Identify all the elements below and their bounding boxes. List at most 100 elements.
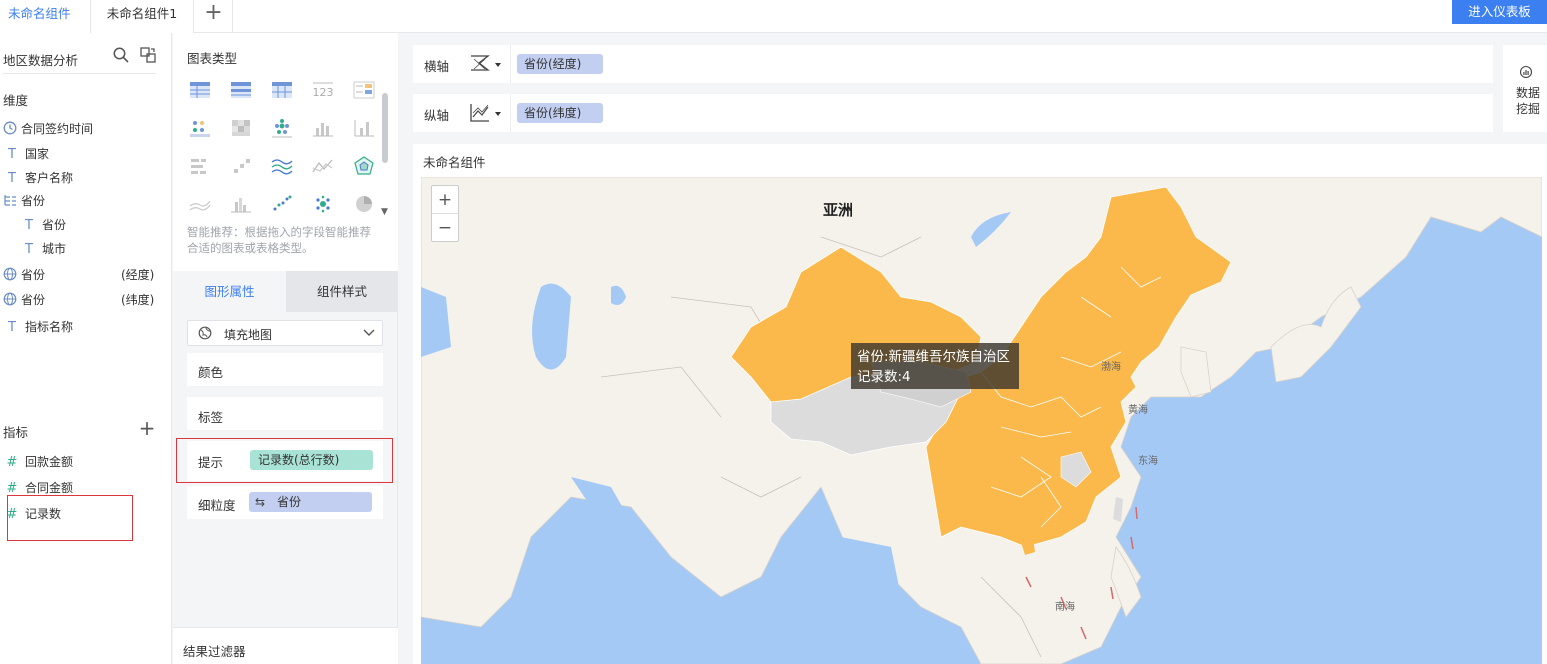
field-province[interactable]: T 省份 bbox=[20, 215, 66, 235]
field-province-tree[interactable]: 省份 bbox=[3, 191, 45, 211]
top-bar: 未命名组件 未命名组件1 + 进入仪表板 bbox=[0, 0, 1547, 33]
text-type-icon: T bbox=[8, 147, 16, 162]
x-axis-config-icon[interactable] bbox=[469, 53, 491, 75]
x-axis-bar: 横轴 省份(经度) bbox=[413, 45, 1493, 83]
horizontal-bar-icon[interactable] bbox=[187, 154, 213, 178]
field-province-latitude[interactable]: 省份 (纬度) bbox=[3, 290, 163, 310]
field-label: 指标名称 bbox=[25, 320, 74, 334]
map-svg bbox=[421, 177, 1542, 664]
data-mining-line1: 数据 bbox=[1515, 86, 1540, 100]
tooltip-line-count: 记录数:4 bbox=[857, 369, 911, 385]
color-matrix-icon[interactable] bbox=[269, 116, 295, 140]
data-mining-button[interactable]: 数据 挖掘 bbox=[1503, 45, 1547, 132]
multi-line-icon[interactable] bbox=[269, 154, 295, 178]
granularity-field-pill[interactable]: ⇆ 省份 bbox=[249, 492, 372, 512]
y-axis-field-pill[interactable]: 省份(纬度) bbox=[517, 103, 603, 123]
field-label: 合同金额 bbox=[25, 481, 74, 495]
group-table-icon[interactable] bbox=[228, 78, 254, 102]
switch-dataset-icon[interactable] bbox=[139, 46, 157, 64]
data-mining-line2: 挖掘 bbox=[1515, 102, 1540, 116]
chart-type-area: 图表类型 123 ▼ 智能推荐：根据拖入的字段智能推荐合适的图表或表格类型。 bbox=[173, 33, 398, 271]
heatmap-icon[interactable] bbox=[228, 116, 254, 140]
search-icon[interactable] bbox=[112, 46, 130, 64]
tree-icon bbox=[4, 195, 16, 206]
field-panel: 地区数据分析 维度 合同签约时间 T 国家 T 客户名称 省份 T 省份 T 城市 省份… bbox=[0, 33, 172, 664]
continent-label: 亚洲 bbox=[823, 201, 854, 219]
tab-graphic-properties[interactable]: 图形属性 bbox=[173, 271, 286, 312]
fill-map[interactable]: + − 亚洲 渤海 黄海 东海 南海 省份:新疆维吾尔族自治区 记录数:4 bbox=[421, 177, 1542, 664]
text-type-icon: T bbox=[25, 242, 33, 257]
zoom-out-button[interactable]: − bbox=[432, 214, 458, 242]
data-mining-label: 数据 挖掘 bbox=[1513, 85, 1543, 117]
globe-icon bbox=[3, 267, 17, 281]
chart-type-scrollbar[interactable] bbox=[382, 93, 388, 163]
field-label: 合同签约时间 bbox=[21, 122, 94, 136]
property-tabs: 图形属性 组件样式 bbox=[173, 271, 398, 312]
field-suffix: (经度) bbox=[121, 268, 155, 282]
kpi-number-icon[interactable]: 123 bbox=[310, 78, 336, 102]
chevron-down-icon bbox=[363, 329, 375, 336]
tab-active-component[interactable]: 未命名组件 bbox=[0, 0, 90, 33]
field-label: 省份 bbox=[42, 218, 67, 232]
field-payment-amount[interactable]: # 回款金额 bbox=[3, 452, 73, 472]
detail-kpi-icon[interactable] bbox=[351, 78, 377, 102]
bar-chart-icon[interactable] bbox=[310, 116, 336, 140]
x-axis-field-pill[interactable]: 省份(经度) bbox=[517, 54, 603, 74]
clock-icon bbox=[3, 121, 17, 135]
y-axis-dropdown-caret[interactable] bbox=[495, 112, 501, 116]
field-contract-time[interactable]: 合同签约时间 bbox=[3, 119, 93, 139]
area-chart-icon[interactable] bbox=[187, 192, 213, 216]
tab-component-1[interactable]: 未命名组件1 bbox=[90, 0, 194, 33]
color-property[interactable]: 颜色 bbox=[187, 353, 383, 386]
map-type-select[interactable]: 填充地图 bbox=[187, 320, 383, 346]
field-label: 城市 bbox=[42, 242, 67, 256]
scatter-chart-icon[interactable] bbox=[269, 192, 295, 216]
field-province-longitude[interactable]: 省份 (经度) bbox=[3, 265, 163, 285]
scroll-down-icon[interactable]: ▼ bbox=[381, 207, 388, 217]
field-customer-name[interactable]: T 客户名称 bbox=[3, 168, 73, 188]
component-area: 未命名组件 + − 亚洲 渤海 黄海 东海 南海 省份:新疆维吾尔族自治区 记录… bbox=[413, 144, 1547, 664]
east-sea-label: 东海 bbox=[1138, 456, 1158, 467]
map-tooltip: 省份:新疆维吾尔族自治区 记录数:4 bbox=[851, 343, 1019, 389]
tab-component-style[interactable]: 组件样式 bbox=[286, 271, 398, 312]
add-measure-icon[interactable]: + bbox=[138, 418, 156, 438]
label-property[interactable]: 标签 bbox=[187, 397, 383, 430]
x-axis-label: 横轴 bbox=[424, 59, 450, 74]
x-axis-dropdown-caret[interactable] bbox=[495, 63, 501, 67]
line-chart-icon[interactable] bbox=[310, 154, 336, 178]
field-label: 回款金额 bbox=[25, 455, 74, 469]
highlight-box-record-count bbox=[7, 495, 133, 541]
zoom-in-button[interactable]: + bbox=[432, 186, 458, 214]
field-label: 省份 bbox=[21, 194, 46, 208]
granularity-property[interactable]: 细粒度 ⇆ 省份 bbox=[187, 486, 383, 519]
add-tab-button[interactable]: + bbox=[195, 0, 233, 33]
y-axis-label: 纵轴 bbox=[424, 108, 450, 123]
y-axis-config-icon[interactable] bbox=[469, 102, 491, 124]
field-label: 省份 bbox=[21, 293, 46, 307]
radar-chart-icon[interactable] bbox=[351, 154, 377, 178]
field-country[interactable]: T 国家 bbox=[3, 144, 49, 164]
stacked-bar-icon[interactable] bbox=[351, 116, 377, 140]
cross-table-icon[interactable] bbox=[269, 78, 295, 102]
waterfall-icon[interactable] bbox=[228, 154, 254, 178]
shuffle-icon: ⇆ bbox=[255, 495, 266, 509]
table-chart-icon[interactable] bbox=[187, 78, 213, 102]
pie-chart-icon[interactable] bbox=[351, 192, 377, 216]
field-label: 省份 bbox=[21, 268, 46, 282]
measure-section-label: 指标 bbox=[3, 425, 29, 440]
yellow-sea-label: 黄海 bbox=[1128, 405, 1148, 416]
dot-matrix-icon[interactable] bbox=[187, 116, 213, 140]
field-label: 国家 bbox=[25, 147, 50, 161]
enter-dashboard-button[interactable]: 进入仪表板 bbox=[1452, 0, 1547, 24]
bubble-chart-icon[interactable] bbox=[310, 192, 336, 216]
column-group-icon[interactable] bbox=[228, 192, 254, 216]
result-filter-title: 结果过滤器 bbox=[183, 644, 246, 659]
globe-icon bbox=[3, 292, 17, 306]
map-type-value: 填充地图 bbox=[224, 328, 273, 342]
divider bbox=[510, 94, 511, 132]
hash-icon: # bbox=[6, 455, 18, 470]
lower-sea bbox=[651, 607, 761, 664]
field-city[interactable]: T 城市 bbox=[20, 239, 66, 259]
field-metric-name[interactable]: T 指标名称 bbox=[3, 317, 73, 337]
result-filter-area[interactable]: 结果过滤器 bbox=[173, 627, 398, 664]
